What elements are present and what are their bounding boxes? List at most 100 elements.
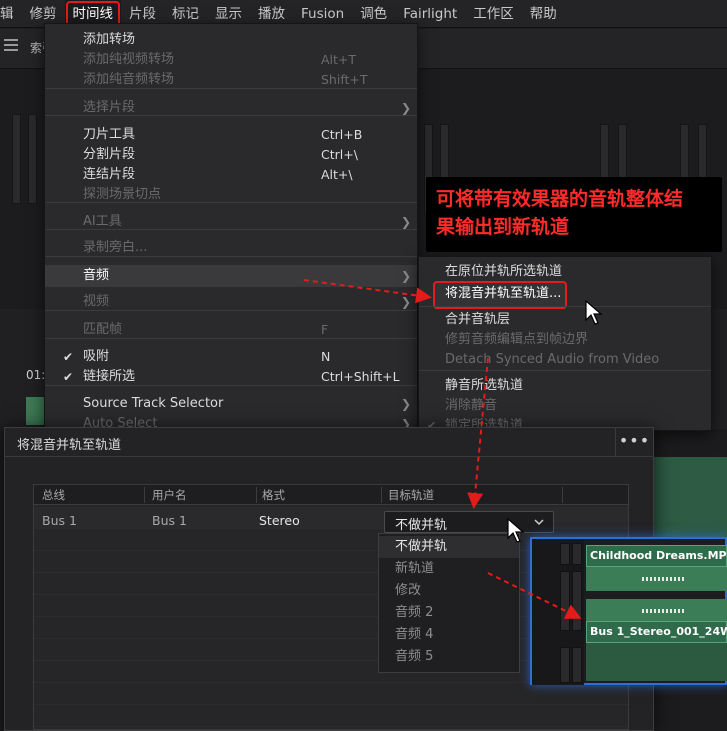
menu-item[interactable]: AI工具 ❯ [45,212,417,232]
divider [419,306,711,307]
clip-label: Childhood Dreams.MP3 [590,549,727,562]
mouse-cursor-icon [507,518,525,543]
more-options-button[interactable]: ••• [615,428,653,456]
divider [144,487,145,503]
menu-item[interactable]: 选择片段 ❯ [45,98,417,118]
menu-item-label: 添加纯视频转场 [83,52,175,67]
menu-item-label: 链接所选 [83,369,136,384]
menu-item-label: 探测场景切点 [83,187,162,202]
chevron-right-icon: ❯ [401,397,412,411]
audio-meter [560,647,570,683]
menu-item[interactable]: 分割片段 Ctrl+\ [45,145,417,165]
submenu-item-label: 合并音轨层 [445,312,511,327]
annotation-callout: 可将带有效果器的音轨整体结 果输出到新轨道 [426,177,722,252]
table-header [34,485,628,505]
mouse-cursor-icon [585,300,603,325]
menu-item[interactable]: 音频 ❯ [45,265,417,287]
menu-item[interactable]: 刀片工具 Ctrl+B [45,125,417,145]
callout-line-1: 可将带有效果器的音轨整体结 [436,188,684,210]
dropdown-option[interactable]: 新轨道 [379,558,519,580]
column-header-target-track: 目标轨道 [388,488,434,502]
dropdown-option[interactable]: 音频 5 [379,646,519,668]
chevron-down-icon [534,519,544,526]
chevron-right-icon: ❯ [401,295,412,309]
submenu-item-label: 将混音并轨至轨道... [445,286,562,301]
menu-item[interactable]: 工作区 [465,0,522,28]
divider [562,487,563,503]
menu-item[interactable]: 添加转场 [45,30,417,50]
menu-item[interactable]: 添加纯音频转场 Shift+T [45,70,417,90]
column-header-bus: 总线 [42,488,65,502]
submenu-item[interactable]: Detach Synced Audio from Video [419,350,711,370]
check-icon: ✔ [63,370,74,384]
menu-item-label: 添加纯音频转场 [83,72,175,87]
menu-item[interactable]: Source Track Selector ❯ [45,394,417,414]
menu-item-label: Source Track Selector [83,396,224,411]
menu-item-shortcut: F [321,322,329,337]
menu-item[interactable]: 辑 [0,0,22,28]
track-empty [586,643,727,681]
submenu-item[interactable]: 修剪音频编辑点到帧边界 [419,330,711,350]
menu-item[interactable]: 链接所选 ✔ Ctrl+Shift+L [45,367,417,387]
waveform [586,599,727,621]
dropdown-option[interactable]: 音频 4 [379,624,519,646]
audio-meter [560,571,570,631]
timeline-menu: 添加转场 添加纯视频转场 Alt+T 添加纯音频转场 Shift+T 选择片段 ❯ 刀片工具 C… [44,23,418,443]
audio-meter [560,543,570,565]
waveform [586,567,727,591]
chevron-right-icon: ❯ [401,215,412,229]
menu-item-shortcut: Alt+\ [321,167,353,182]
timeline-inset: Childhood Dreams.MP3 Bus 1_Stereo_001_24… [530,537,727,685]
dropdown-option[interactable]: 修改 [379,580,519,602]
submenu-item-label: 静音所选轨道 [445,378,524,393]
divider [256,487,257,503]
menu-item-label: 录制旁白... [83,240,148,255]
clip[interactable] [26,397,44,425]
audio-meter [28,114,37,204]
table-row [34,683,628,705]
menu-item-label: 刀片工具 [83,127,136,142]
menu-item[interactable]: 连结片段 Alt+\ [45,165,417,185]
audio-clip-childhood-dreams[interactable]: Childhood Dreams.MP3 [586,545,727,567]
menu-item-shortcut: N [321,349,331,364]
submenu-item-label: Detach Synced Audio from Video [445,352,660,367]
menu-item[interactable]: 视频 ❯ [45,292,417,312]
list-view-icon[interactable] [4,39,18,51]
column-header-user-name: 用户名 [152,488,187,502]
menu-item-shortcut: Shift+T [321,72,368,87]
menu-item-label: AI工具 [83,214,122,229]
submenu-item-label: 消除静音 [445,398,498,413]
menu-item[interactable]: 探测场景切点 [45,185,417,205]
audio-meter [572,571,582,631]
divider [419,370,711,371]
submenu-item[interactable]: 在原位并轨所选轨道 [419,262,711,282]
dropdown-option[interactable]: 不做并轨 [379,536,519,558]
menu-item-label: 分割片段 [83,147,136,162]
table-row [34,705,628,727]
submenu-item[interactable]: 将混音并轨至轨道... [419,284,711,304]
divider [381,487,382,503]
menu-item[interactable]: 录制旁白... [45,238,417,258]
submenu-item-label: 修剪音频编辑点到帧边界 [445,332,589,347]
submenu-item[interactable]: 静音所选轨道 [419,376,711,396]
dropdown-option[interactable]: 音频 2 [379,602,519,624]
cell-bus: Bus 1 [42,513,77,528]
submenu-item[interactable]: 合并音轨层 [419,310,711,330]
divider [5,456,653,457]
menu-item-label: 视频 [83,294,110,309]
menu-item-label: 音频 [83,268,110,283]
menu-item[interactable]: 帮助 [522,0,565,28]
audio-clip-bus-stereo[interactable]: Bus 1_Stereo_001_24WHJKJ [586,621,727,643]
target-track-value: 不做并轨 [395,518,448,533]
menu-item-shortcut: Ctrl+B [321,127,363,142]
menu-item-label: 选择片段 [83,100,136,115]
target-track-select[interactable]: 不做并轨 [384,511,554,533]
cell-format: Stereo [259,513,300,528]
menu-item-shortcut: Alt+T [321,52,357,67]
menu-item-label: 添加转场 [83,32,136,47]
menu-item[interactable]: 匹配帧 F [45,320,417,340]
menu-item[interactable]: 吸附 ✔ N [45,347,417,367]
target-track-options: 不做并轨 新轨道 修改 音频 2 音频 4 音频 5 [378,533,520,673]
submenu-item[interactable]: 消除静音 [419,396,711,416]
menu-item[interactable]: 添加纯视频转场 Alt+T [45,50,417,70]
